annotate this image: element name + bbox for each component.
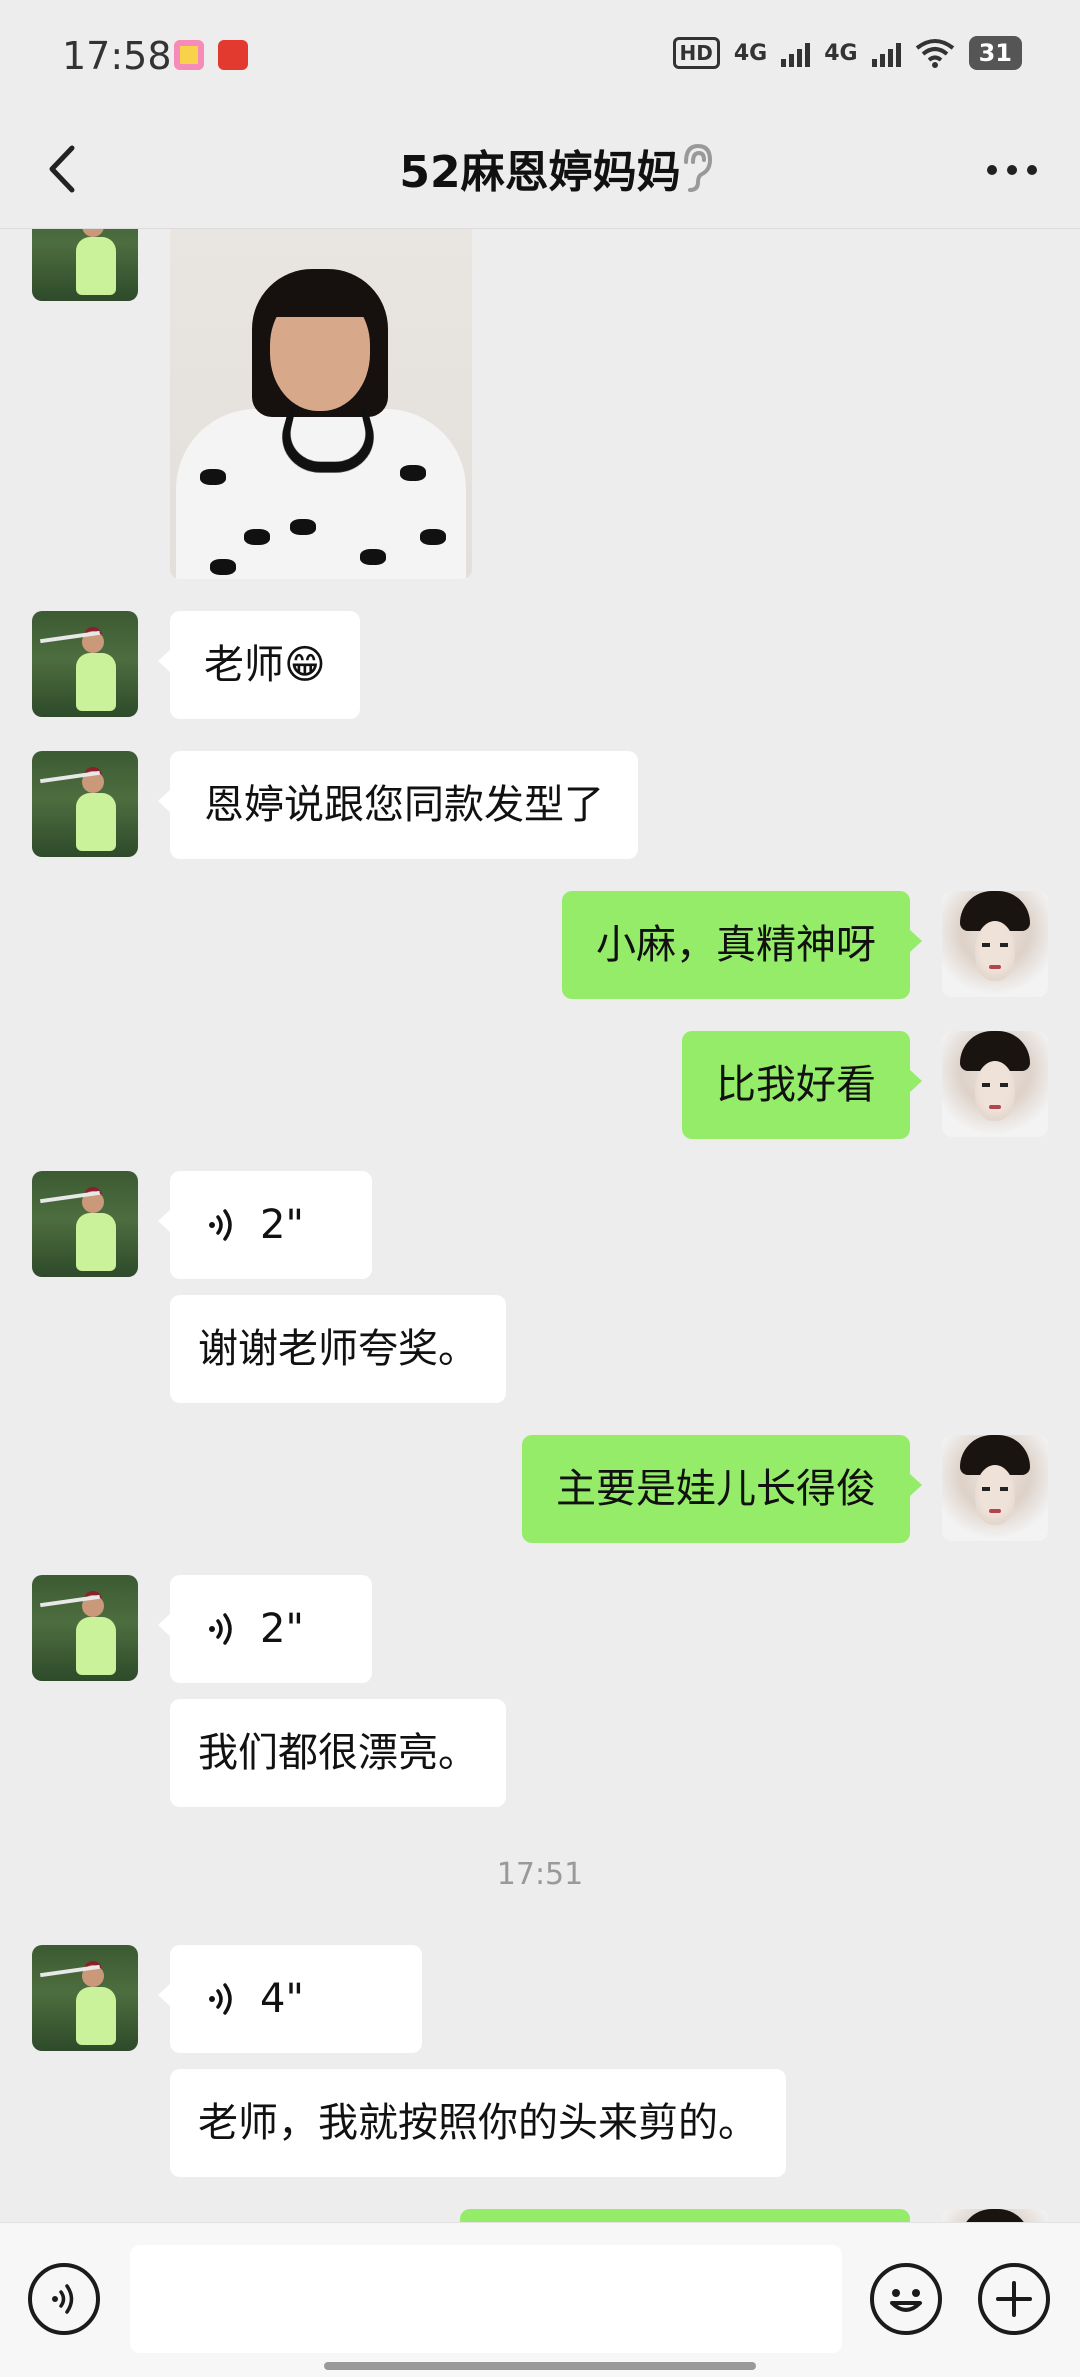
network-label-1: 4G <box>733 40 768 66</box>
signal-icon <box>871 39 901 67</box>
ear-icon <box>684 143 713 192</box>
battery-icon: 31 <box>968 36 1022 70</box>
hd-icon: HD <box>672 37 720 69</box>
chat-header: 52麻恩婷妈妈 <box>0 110 1080 229</box>
signal-icon <box>781 39 811 67</box>
contact-avatar[interactable] <box>32 1171 138 1277</box>
message-bubble[interactable]: 我们都很漂亮。 <box>170 1699 506 1807</box>
message-bubble[interactable]: 老师，我就按照你的头来剪的。 <box>170 2069 786 2177</box>
voice-wave-icon <box>209 1613 232 1645</box>
own-message-bubble[interactable] <box>460 2209 910 2222</box>
message-timestamp: 17:51 <box>496 1857 584 1892</box>
contact-avatar[interactable] <box>32 229 138 301</box>
status-indicators: HD 4G 4G 31 <box>672 36 1022 70</box>
wifi-icon <box>915 39 954 68</box>
home-indicator[interactable] <box>324 2362 756 2370</box>
voice-duration: 4" <box>260 1976 304 2022</box>
red-app-icon <box>218 40 248 70</box>
voice-message[interactable]: 2" <box>158 1575 372 1683</box>
pink-app-icon <box>174 40 204 70</box>
contact-avatar[interactable] <box>32 751 138 857</box>
network-label-2: 4G <box>824 40 858 66</box>
message-bubble[interactable]: 谢谢老师夸奖。 <box>170 1295 506 1403</box>
status-bar: 17:58 HD 4G 4G 31 <box>0 0 1080 110</box>
voice-duration: 2" <box>260 1202 304 1248</box>
message-input[interactable] <box>130 2245 842 2353</box>
own-avatar[interactable] <box>942 891 1048 997</box>
voice-wave-icon <box>209 1983 232 2015</box>
chat-title: 52麻恩婷妈妈 <box>399 147 681 198</box>
voice-message[interactable]: 2" <box>158 1171 372 1279</box>
own-avatar[interactable] <box>942 1031 1048 1137</box>
voice-wave-icon <box>209 1209 232 1241</box>
own-message-bubble[interactable]: 小麻，真精神呀 <box>562 891 922 999</box>
own-message-bubble[interactable]: 主要是娃儿长得俊 <box>522 1435 922 1543</box>
status-time: 17:58 <box>62 34 172 78</box>
message-bubble[interactable]: 恩婷说跟您同款发型了 <box>158 751 638 859</box>
photo-message[interactable] <box>170 229 472 579</box>
contact-avatar[interactable] <box>32 1945 138 2051</box>
own-avatar[interactable] <box>942 1435 1048 1541</box>
voice-input-icon[interactable] <box>28 2263 100 2335</box>
own-message-bubble[interactable]: 比我好看 <box>682 1031 922 1139</box>
input-bar <box>0 2222 1080 2377</box>
message-list[interactable]: 老师😁 恩婷说跟您同款发型了 小麻，真精神呀 比我好看 2" 谢谢老师夸奖。 主… <box>0 229 1080 2222</box>
voice-duration: 2" <box>260 1606 304 1652</box>
voice-message[interactable]: 4" <box>158 1945 422 2053</box>
contact-avatar[interactable] <box>32 611 138 717</box>
plus-icon[interactable] <box>978 2263 1050 2335</box>
contact-avatar[interactable] <box>32 1575 138 1681</box>
own-avatar[interactable] <box>942 2209 1048 2222</box>
more-dots-icon[interactable] <box>972 140 1052 200</box>
message-bubble[interactable]: 老师😁 <box>158 611 360 719</box>
emoji-icon[interactable] <box>870 2263 942 2335</box>
